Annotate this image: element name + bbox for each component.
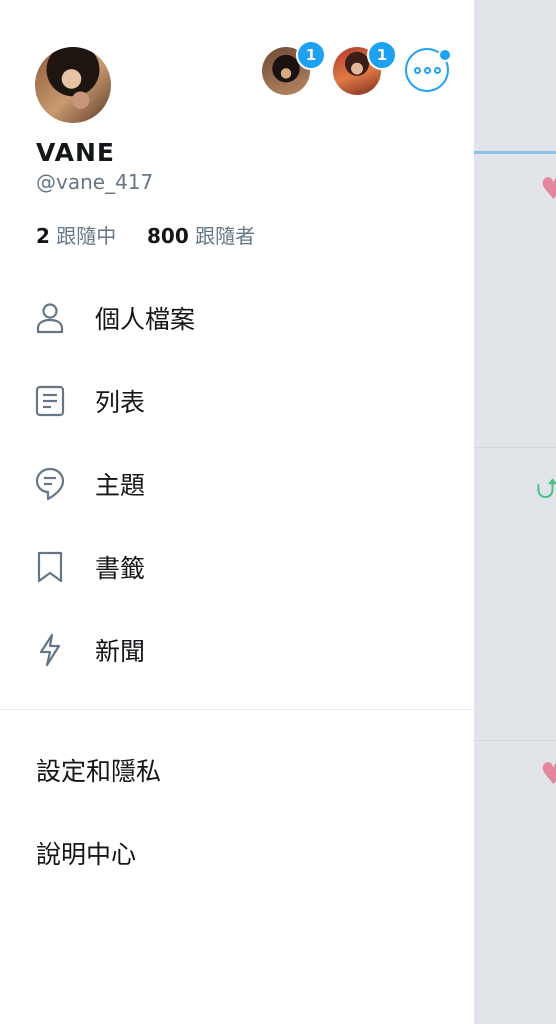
more-dot-icon: [433, 66, 441, 74]
person-icon: [34, 302, 66, 334]
notification-badge: 1: [296, 40, 326, 70]
unread-dot: [438, 48, 452, 62]
help-center-link[interactable]: 說明中心: [36, 835, 136, 871]
menu-item-label: 個人檔案: [95, 304, 196, 334]
menu-item-bookmarks[interactable]: 書籤: [0, 525, 474, 608]
drawer-menu: 個人檔案 列表 主題 書籤 新聞: [0, 276, 474, 691]
menu-item-label: 列表: [95, 387, 146, 417]
menu-item-label: 書籤: [95, 553, 146, 583]
more-dot-icon: [413, 66, 421, 74]
menu-item-label: 新聞: [95, 636, 146, 666]
menu-item-moments[interactable]: 新聞: [0, 608, 474, 691]
menu-item-label: 主題: [95, 470, 146, 500]
bookmark-icon: [34, 551, 66, 583]
topic-icon: [34, 467, 66, 500]
followers-count: 800: [147, 224, 189, 248]
navigation-drawer: 1 1 VANE @vane_417 2 跟隨中 800 跟隨者 個人檔案 列表…: [0, 0, 474, 1024]
retweet-icon: ⮍: [536, 472, 556, 505]
timeline-divider: [474, 447, 556, 448]
profile-avatar[interactable]: [35, 47, 111, 123]
menu-item-lists[interactable]: 列表: [0, 359, 474, 442]
menu-divider: [0, 709, 474, 710]
settings-and-privacy-link[interactable]: 設定和隱私: [36, 752, 161, 788]
timeline-tab-indicator: [474, 151, 556, 154]
menu-item-profile[interactable]: 個人檔案: [0, 276, 474, 359]
followers-label: 跟隨者: [195, 224, 256, 248]
following-link[interactable]: 2 跟隨中: [36, 224, 123, 248]
following-count: 2: [36, 224, 50, 248]
follow-stats: 2 跟隨中 800 跟隨者: [36, 220, 255, 249]
menu-item-topics[interactable]: 主題: [0, 442, 474, 525]
notification-badge: 1: [367, 40, 397, 70]
list-icon: [34, 385, 66, 417]
display-name[interactable]: VANE: [36, 138, 115, 167]
user-handle: @vane_417: [36, 170, 154, 194]
followers-link[interactable]: 800 跟隨者: [147, 224, 255, 248]
timeline-divider: [474, 740, 556, 741]
heart-icon: ♥: [540, 757, 556, 792]
following-label: 跟隨中: [56, 224, 117, 248]
lightning-icon: [34, 633, 66, 666]
heart-icon: ♥: [540, 172, 556, 207]
more-dot-icon: [423, 66, 431, 74]
